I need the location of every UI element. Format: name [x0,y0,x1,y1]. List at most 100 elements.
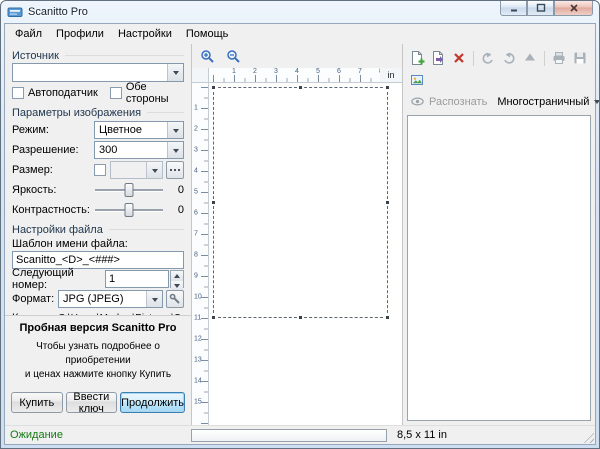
mode-select[interactable]: Цветное [94,121,184,139]
maximize-button[interactable] [527,1,554,16]
template-label: Шаблон имени файла: [12,238,128,250]
image-group-caption: Параметры изображения [12,105,184,120]
page-size-text: 8,5 x 11 in [387,429,447,441]
print-button[interactable] [549,48,569,68]
trial-line-2: и ценах нажмите кнопку Купить [11,368,185,382]
h-ruler-number: 4 [295,68,299,75]
selection-handle-n[interactable] [298,85,303,90]
trial-buttons: Купить Ввести ключ Продолжить [11,392,185,413]
format-settings-button[interactable] [166,290,184,308]
minimize-button[interactable] [500,1,527,16]
v-ruler-number: 5 [194,189,198,196]
v-ruler-number: 12 [194,336,202,343]
scan-selection[interactable] [213,87,388,318]
app-icon[interactable] [7,4,23,20]
selection-handle-w[interactable] [211,200,216,205]
brightness-row: Яркость: 0 [12,180,184,200]
rotate-left-button[interactable] [478,48,498,68]
source-select[interactable] [12,63,184,82]
spinner-up-button[interactable] [171,271,183,281]
eye-icon [410,94,425,109]
size-select[interactable] [110,161,163,179]
size-row: Размер: [12,160,184,180]
format-select[interactable]: JPG (JPEG) [58,290,163,308]
h-ruler-number: 2 [253,68,257,75]
image-icon [409,72,425,88]
mode-select-value: Цветное [99,124,142,136]
autofeeder-checkbox[interactable]: Автоподатчик [12,87,98,99]
zoom-out-button[interactable] [222,46,244,66]
size-checkbox[interactable] [94,164,106,176]
duplex-checkbox-box[interactable] [110,87,122,99]
menu-file[interactable]: Файл [8,25,49,43]
canvas-row: 1 2 3 4 5 6 7 8 9 10 11 12 13 14 [192,83,402,425]
scan-preview-canvas[interactable] [209,83,402,425]
selection-handle-se[interactable] [385,315,390,320]
contrast-slider-thumb[interactable] [125,203,134,217]
zoom-in-button[interactable] [196,46,218,66]
zoom-in-icon [200,49,215,64]
autofeeder-label: Автоподатчик [28,87,98,99]
enter-key-button[interactable]: Ввести ключ [66,392,118,413]
selection-handle-ne[interactable] [385,85,390,90]
mode-row: Режим: Цветное [12,120,184,140]
duplex-checkbox[interactable]: Обе стороны [110,81,184,105]
import-page-button[interactable] [428,48,448,68]
recognize-row: Распознать Многостраничный [407,91,591,112]
menu-help[interactable]: Помощь [179,25,236,43]
template-label-row: Шаблон имени файла: [12,237,184,251]
v-ruler-number: 3 [194,147,198,154]
delete-page-icon [451,50,467,66]
format-row: Формат: JPG (JPEG) [12,289,184,309]
selection-handle-s[interactable] [298,315,303,320]
save-button[interactable] [570,48,590,68]
mode-label: Режим: [12,124,94,136]
rotate-right-button[interactable] [499,48,519,68]
resize-grip[interactable] [581,430,594,443]
menu-profiles[interactable]: Профили [49,25,111,43]
selection-handle-nw[interactable] [211,85,216,90]
ruler-unit-label: in [380,68,402,83]
multipage-dropdown[interactable]: Многостраничный [492,94,600,110]
save-icon [572,50,588,66]
source-select-arrow[interactable] [167,64,183,81]
page-list[interactable] [407,115,591,421]
buy-button[interactable]: Купить [11,392,63,413]
brightness-slider-thumb[interactable] [125,183,134,197]
contrast-slider[interactable] [94,202,164,218]
import-page-icon [430,50,446,66]
selection-handle-e[interactable] [385,200,390,205]
rotate-right-icon [501,50,517,66]
titlebar[interactable]: Scanitto Pro [1,1,599,23]
selection-handle-sw[interactable] [211,315,216,320]
mode-select-arrow[interactable] [167,122,183,138]
resolution-select[interactable]: 300 [94,141,184,159]
v-ruler-number: 13 [194,357,202,364]
size-select-arrow[interactable] [146,162,162,178]
v-ruler-number: 8 [194,252,198,259]
continue-button[interactable]: Продолжить [120,392,185,413]
caption-buttons [500,1,593,16]
source-group-title: Источник [12,50,59,62]
next-number-input[interactable] [105,270,169,288]
trial-title: Пробная версия Scanitto Pro [11,322,185,334]
recognize-button[interactable]: Распознать [407,93,490,110]
delete-page-button[interactable] [449,48,469,68]
pages-toolbar-row-2 [407,69,591,91]
autofeeder-checkbox-box[interactable] [12,87,24,99]
contrast-value: 0 [168,204,184,216]
page-image-button[interactable] [407,70,427,90]
resolution-select-arrow[interactable] [167,142,183,158]
resolution-label: Разрешение: [12,144,94,156]
size-label: Размер: [12,164,94,176]
add-page-button[interactable] [407,48,427,68]
horizontal-ruler-row: 1 2 3 4 5 6 7 8 in [192,68,402,83]
progress-bar [191,429,387,442]
close-button[interactable] [554,1,593,16]
format-select-arrow[interactable] [146,291,162,307]
custom-size-button[interactable] [166,161,184,179]
menu-settings[interactable]: Настройки [111,25,179,43]
brightness-slider[interactable] [94,182,164,198]
move-up-button[interactable] [520,48,540,68]
status-text: Ожидание [5,429,191,441]
